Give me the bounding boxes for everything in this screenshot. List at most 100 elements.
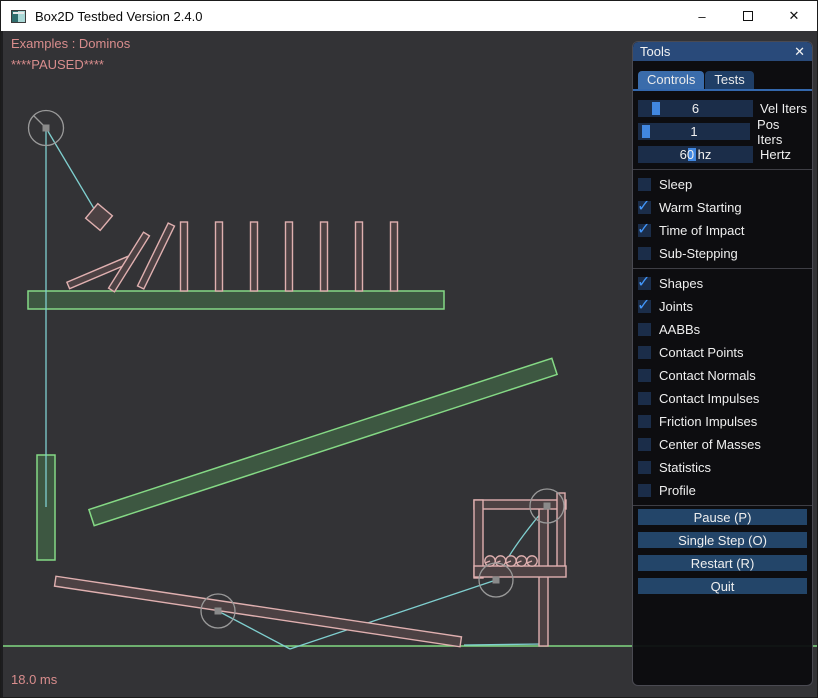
checkbox-row[interactable]: Joints (638, 295, 807, 318)
tools-panel-title: Tools (640, 44, 794, 59)
slider-value: 6 (638, 101, 753, 116)
panel-button[interactable]: Pause (P) (638, 509, 807, 525)
checkbox-row[interactable]: Sub-Stepping (638, 242, 807, 265)
panel-button[interactable]: Single Step (O) (638, 532, 807, 548)
checkbox-label: Warm Starting (659, 200, 742, 215)
standing-domino-7 (391, 222, 398, 291)
shelf-balls (485, 556, 537, 566)
checkbox-row[interactable]: Contact Normals (638, 364, 807, 387)
checkbox-row[interactable]: Contact Impulses (638, 387, 807, 410)
checkbox-group-draw: Shapes Joints AABBs Contact Points (638, 272, 807, 502)
checkbox[interactable] (638, 438, 651, 451)
standing-domino-5 (321, 222, 328, 291)
tools-close-icon[interactable]: ✕ (794, 45, 805, 58)
window-title: Box2D Testbed Version 2.4.0 (35, 9, 202, 24)
maximize-button[interactable] (725, 1, 771, 31)
checkbox-label: Statistics (659, 460, 711, 475)
panel-button[interactable]: Quit (638, 578, 807, 594)
checkbox[interactable] (638, 484, 651, 497)
app-icon (11, 10, 26, 23)
slider-value: 1 (638, 124, 750, 139)
checkbox-row[interactable]: Friction Impulses (638, 410, 807, 433)
tab-tests[interactable]: Tests (705, 71, 753, 89)
joint-line-ground-post (464, 644, 543, 645)
frame-top-beam (474, 500, 566, 509)
anchor-lower-pulley (493, 577, 500, 584)
checkbox-row[interactable]: Time of Impact (638, 219, 807, 242)
checkbox[interactable] (638, 392, 651, 405)
maximize-icon (743, 11, 753, 21)
checkbox[interactable] (638, 415, 651, 428)
slider-row: 60 hz Hertz (638, 143, 807, 166)
tab-bar: ControlsTests (633, 71, 812, 89)
checkbox[interactable] (638, 323, 651, 336)
slider-row: 1 Pos Iters (638, 120, 807, 143)
checkbox-label: Profile (659, 483, 696, 498)
checkbox-row[interactable]: Profile (638, 479, 807, 502)
checkbox-row[interactable]: Contact Points (638, 341, 807, 364)
example-label: Examples : Dominos (11, 36, 130, 51)
slider-value: 60 hz (638, 147, 753, 162)
checkbox[interactable] (638, 300, 651, 313)
checkbox-row[interactable]: Sleep (638, 173, 807, 196)
swinging-square (86, 204, 113, 231)
standing-domino-2 (216, 222, 223, 291)
checkbox-label: Time of Impact (659, 223, 744, 238)
checkbox-row[interactable]: AABBs (638, 318, 807, 341)
checkbox-label: Sleep (659, 177, 692, 192)
checkbox-row[interactable]: Center of Masses (638, 433, 807, 456)
checkbox-group-simulation: Sleep Warm Starting Time of Impact Sub-S… (638, 173, 807, 265)
checkbox-label: Center of Masses (659, 437, 761, 452)
app-window: Box2D Testbed Version 2.4.0 – ✕ (0, 0, 818, 698)
slider[interactable]: 1 (638, 123, 750, 140)
frame-structure (474, 493, 566, 646)
close-button[interactable]: ✕ (771, 1, 817, 31)
checkbox[interactable] (638, 346, 651, 359)
anchor-upper-pulley (544, 503, 551, 510)
minimize-button[interactable]: – (679, 1, 725, 31)
separator (633, 169, 812, 170)
separator (633, 268, 812, 269)
tools-panel-titlebar[interactable]: Tools ✕ (633, 42, 812, 61)
checkbox-label: Contact Points (659, 345, 744, 360)
checkbox[interactable] (638, 277, 651, 290)
checkbox[interactable] (638, 369, 651, 382)
panel-button[interactable]: Restart (R) (638, 555, 807, 571)
standing-domino-6 (356, 222, 363, 291)
checkbox[interactable] (638, 201, 651, 214)
button-group: Pause (P) Single Step (O) Restart (R) Quit (638, 509, 807, 594)
checkbox-row[interactable]: Warm Starting (638, 196, 807, 219)
checkbox-label: Joints (659, 299, 693, 314)
slider-label: Vel Iters (760, 101, 807, 116)
dominos (67, 222, 398, 292)
slider-label: Pos Iters (757, 117, 807, 147)
tools-panel: Tools ✕ ControlsTests 6 Vel Iters (632, 41, 813, 686)
slider[interactable]: 6 (638, 100, 753, 117)
checkbox-label: Contact Normals (659, 368, 756, 383)
checkbox-label: Sub-Stepping (659, 246, 738, 261)
checkbox[interactable] (638, 224, 651, 237)
checkbox-label: Shapes (659, 276, 703, 291)
anchor-pendulum (43, 125, 50, 132)
checkbox-row[interactable]: Shapes (638, 272, 807, 295)
tab-controls[interactable]: Controls (638, 71, 704, 89)
checkbox-row[interactable]: Statistics (638, 456, 807, 479)
slider[interactable]: 60 hz (638, 146, 753, 163)
frame-time-label: 18.0 ms (11, 672, 57, 687)
checkbox[interactable] (638, 247, 651, 260)
standing-domino-4 (286, 222, 293, 291)
domino-platform (28, 291, 444, 309)
slider-label: Hertz (760, 147, 791, 162)
standing-domino-1 (181, 222, 188, 291)
simulation-canvas[interactable]: Examples : Dominos ****PAUSED**** 18.0 m… (1, 31, 818, 698)
anchor-plank (215, 608, 222, 615)
checkbox[interactable] (638, 461, 651, 474)
tab-underline (633, 89, 812, 91)
joint-line-pendulum-square (46, 128, 99, 217)
slider-group: 6 Vel Iters 1 Pos Iters (638, 97, 807, 166)
joint-line-ground-frame (290, 580, 496, 649)
separator (633, 505, 812, 506)
checkbox[interactable] (638, 178, 651, 191)
checkbox-label: AABBs (659, 322, 700, 337)
checkbox-label: Friction Impulses (659, 414, 757, 429)
